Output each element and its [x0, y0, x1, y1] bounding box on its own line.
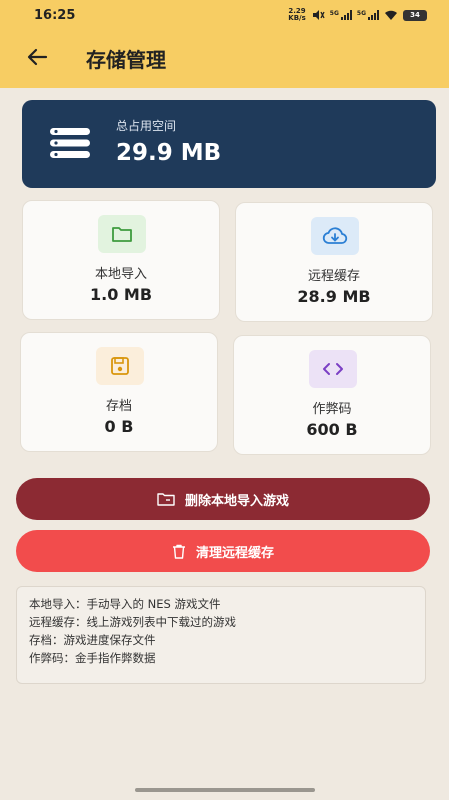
total-usage-value: 29.9 MB — [116, 140, 222, 166]
cloud-download-icon — [311, 217, 359, 255]
delete-local-games-button[interactable]: 删除本地导入游戏 — [16, 478, 430, 520]
network-speed-unit: KB/s — [288, 14, 306, 22]
clear-remote-cache-button[interactable]: 清理远程缓存 — [16, 530, 430, 572]
stat-card-remote-cache: 远程缓存 28.9 MB — [235, 202, 433, 322]
stat-card-cheat-codes: 作弊码 600 B — [233, 335, 431, 455]
total-usage-label: 总占用空间 — [116, 119, 177, 133]
stat-value: 600 B — [306, 420, 358, 439]
stat-label: 远程缓存 — [307, 269, 360, 284]
info-line: 本地导入：手动导入的 NES 游戏文件 — [29, 597, 221, 611]
code-icon — [309, 350, 357, 388]
stat-label: 本地导入 — [94, 267, 147, 282]
back-arrow-icon[interactable] — [26, 46, 48, 68]
wifi-icon — [385, 10, 397, 20]
folder-delete-icon — [157, 493, 175, 506]
info-line: 存档：游戏进度保存文件 — [29, 633, 156, 647]
top-app-bar: 16:25 2.29 KB/s 5G 5G 34 存储管理 — [0, 0, 449, 88]
delete-local-games-label: 删除本地导入游戏 — [184, 493, 289, 509]
folder-icon — [98, 215, 146, 253]
stat-label: 存档 — [105, 399, 132, 414]
info-line: 作弊码：金手指作弊数据 — [29, 651, 156, 665]
signal-sim1-icon: 5G — [330, 10, 352, 20]
signal-sim2-icon: 5G — [357, 10, 379, 20]
stat-value: 28.9 MB — [297, 287, 371, 306]
status-icons: 2.29 KB/s 5G 5G 34 — [288, 8, 427, 22]
mute-icon — [312, 10, 325, 20]
home-indicator[interactable] — [135, 788, 315, 792]
stat-value: 0 B — [104, 417, 134, 436]
info-line: 远程缓存：线上游戏列表中下载过的游戏 — [29, 615, 236, 629]
stat-label: 作弊码 — [312, 402, 352, 417]
status-time: 16:25 — [34, 8, 76, 23]
total-usage-card: 总占用空间 29.9 MB — [22, 100, 436, 188]
storage-info-box: 本地导入：手动导入的 NES 游戏文件 远程缓存：线上游戏列表中下载过的游戏 存… — [16, 586, 426, 684]
trash-icon — [172, 544, 185, 559]
network-speed: 2.29 KB/s — [288, 8, 305, 22]
storage-list-icon — [50, 128, 90, 158]
stat-card-local-import: 本地导入 1.0 MB — [22, 200, 220, 320]
battery-icon: 34 — [403, 9, 427, 21]
clear-remote-cache-label: 清理远程缓存 — [195, 545, 274, 561]
save-icon — [96, 347, 144, 385]
page-title: 存储管理 — [86, 48, 166, 72]
stat-card-save: 存档 0 B — [20, 332, 218, 452]
stat-value: 1.0 MB — [89, 285, 153, 304]
